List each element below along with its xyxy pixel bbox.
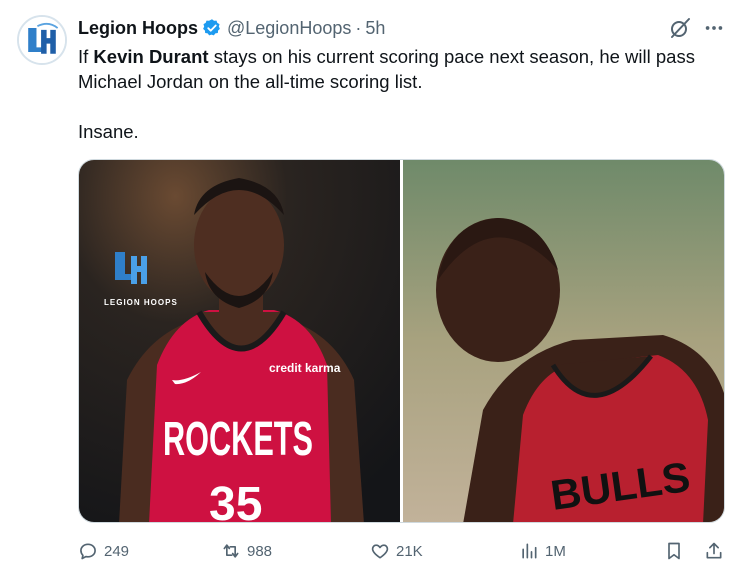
tweet-header: Legion Hoops @LegionHoops · 5h [78, 15, 385, 41]
heart-icon [371, 544, 389, 559]
tweet-text-line2: Michael Jordan on the all-time scoring l… [78, 71, 423, 92]
tweet-media[interactable]: LEGION HOOPS credit karma ROCKETS 35 BUL… [78, 159, 725, 523]
jersey-team-text: ROCKETS [163, 413, 313, 466]
view-count: 1M [545, 542, 566, 560]
separator-dot: · [355, 17, 362, 38]
repost-button[interactable]: 988 [221, 538, 272, 564]
reply-count: 249 [104, 542, 130, 560]
bookmark-icon [668, 542, 680, 560]
handle[interactable]: @LegionHoops [227, 18, 351, 39]
share-icon [706, 542, 722, 559]
verified-badge-icon[interactable] [202, 18, 222, 38]
reply-button[interactable]: 249 [78, 538, 129, 564]
avatar[interactable] [17, 15, 67, 65]
jersey-number: 35 [209, 478, 262, 523]
grok-icon[interactable] [668, 16, 692, 40]
like-button[interactable]: 21K [370, 538, 423, 564]
repost-icon [223, 544, 239, 558]
mention-kevin-durant: Kevin Durant [93, 46, 209, 67]
durant-photo[interactable]: LEGION HOOPS credit karma ROCKETS 35 [79, 160, 400, 523]
timestamp[interactable]: 5h [365, 18, 385, 39]
jersey-sponsor: credit karma [269, 361, 341, 375]
jordan-photo[interactable]: BULLS [403, 160, 725, 523]
tweet-text: If Kevin Durant stays on his current sco… [78, 44, 728, 144]
tweet[interactable]: Legion Hoops @LegionHoops · 5h If Kevin … [0, 0, 740, 581]
repost-count: 988 [247, 542, 273, 560]
tweet-text-line3: Insane. [78, 121, 139, 142]
tweet-text-part1: If [78, 46, 94, 67]
tweet-text-part2: stays on his current scoring pace next s… [208, 46, 695, 67]
like-count: 21K [396, 542, 423, 560]
views-chart-icon [522, 543, 537, 559]
bookmark-button[interactable] [664, 538, 684, 564]
watermark-label: LEGION HOOPS [104, 298, 178, 307]
share-button[interactable] [704, 538, 724, 564]
display-name[interactable]: Legion Hoops [78, 18, 198, 39]
more-options-icon[interactable] [703, 17, 725, 39]
watermark-logo [115, 252, 147, 284]
tweet-actions: 249 988 21K 1M [78, 538, 728, 564]
reply-icon [80, 543, 96, 560]
views-button[interactable]: 1M [519, 538, 566, 564]
legion-hoops-logo-icon [19, 17, 65, 63]
